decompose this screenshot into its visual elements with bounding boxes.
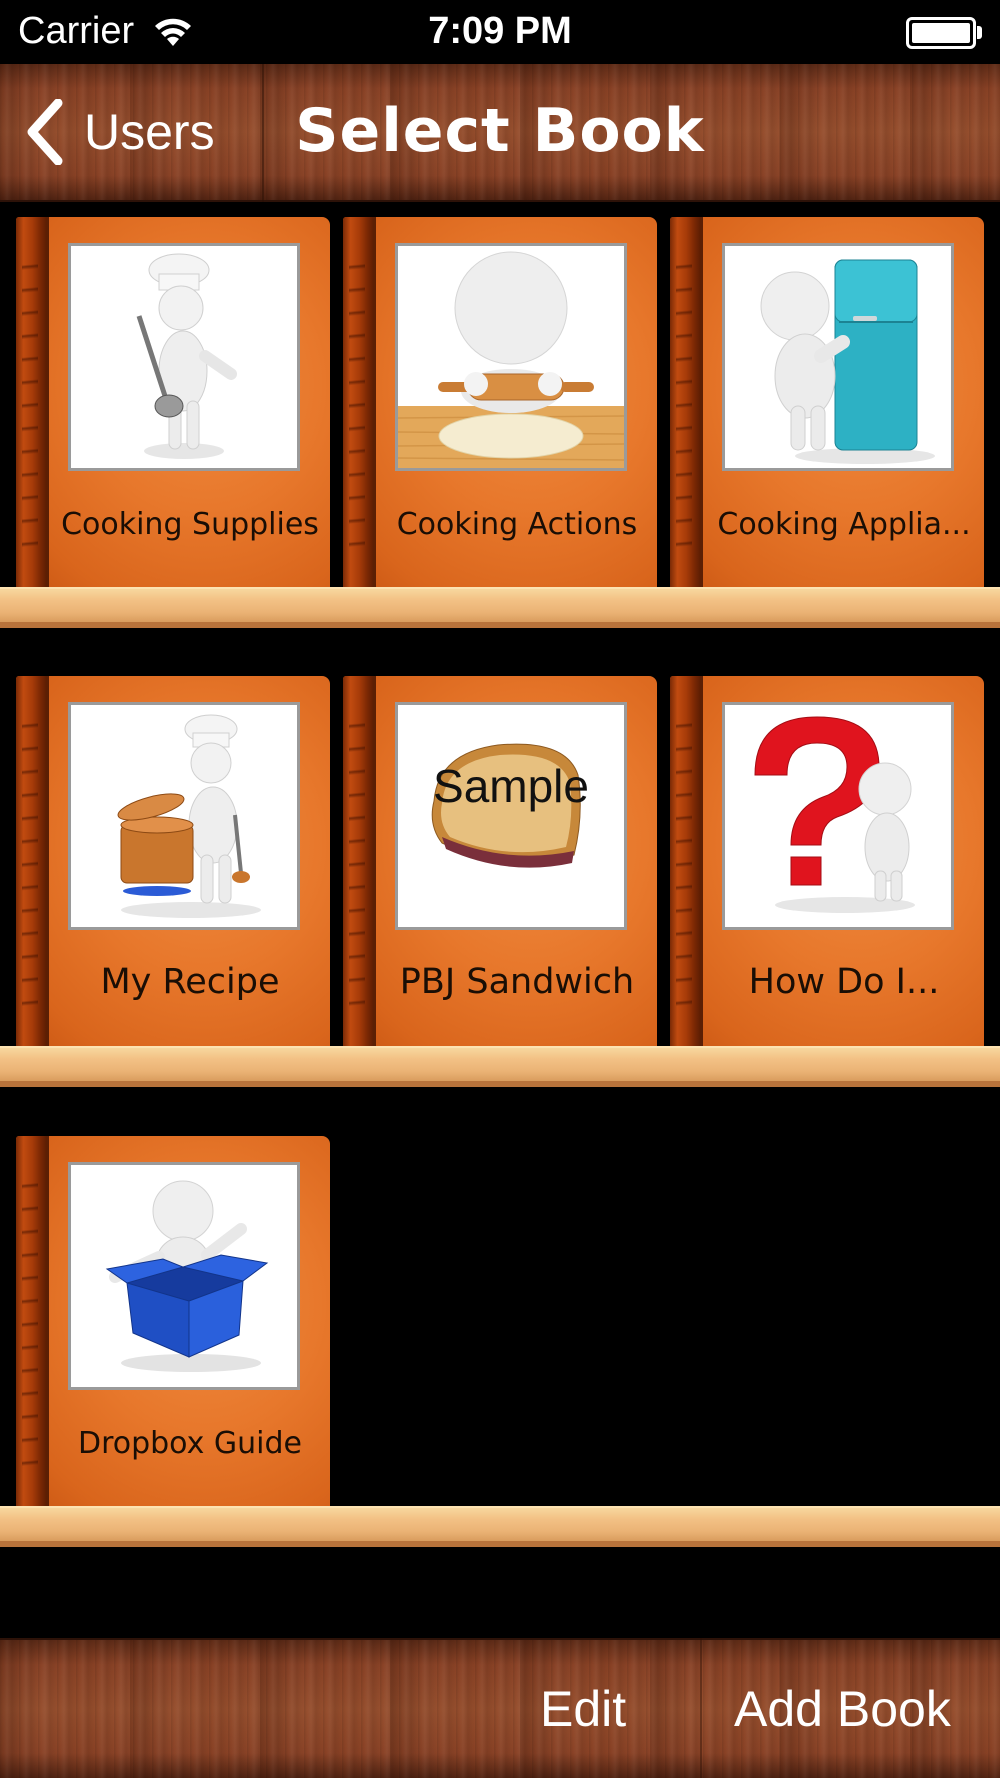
question-mark-illustration bbox=[722, 702, 954, 930]
screen: Carrier 7:09 PM Users Select Book Cookin… bbox=[0, 0, 1000, 1778]
shelf-edge bbox=[0, 622, 1000, 628]
refrigerator-illustration bbox=[722, 243, 954, 471]
rolling-pin-illustration bbox=[395, 243, 627, 471]
shelf-edge bbox=[0, 1081, 1000, 1087]
status-bar: Carrier 7:09 PM bbox=[0, 0, 1000, 64]
shelf bbox=[0, 1506, 1000, 1542]
book-title: My Recipe bbox=[100, 962, 280, 1002]
battery-nub bbox=[977, 26, 982, 39]
chef-with-ladle-illustration bbox=[68, 243, 300, 471]
clock: 7:09 PM bbox=[428, 10, 572, 52]
book-title: Dropbox Guide bbox=[77, 1426, 303, 1461]
battery-icon bbox=[906, 17, 976, 49]
book-cooking-appliances[interactable]: Cooking Applia... bbox=[670, 217, 984, 590]
chef-with-pot-illustration bbox=[68, 702, 300, 930]
sandwich-illustration: Sample bbox=[395, 702, 627, 930]
add-book-button[interactable]: Add Book bbox=[734, 1680, 951, 1738]
shelf-edge bbox=[0, 1541, 1000, 1547]
book-title: Cooking Applia... bbox=[717, 507, 971, 542]
dropbox-box-illustration bbox=[68, 1162, 300, 1390]
book-cooking-supplies[interactable]: Cooking Supplies bbox=[16, 217, 330, 590]
shelf bbox=[0, 1046, 1000, 1082]
sample-overlay-label: Sample bbox=[433, 760, 589, 812]
book-cooking-actions[interactable]: Cooking Actions bbox=[343, 217, 657, 590]
page-title: Select Book bbox=[295, 96, 705, 166]
shelf bbox=[0, 587, 1000, 623]
book-title: Cooking Supplies bbox=[61, 507, 319, 542]
book-title: Cooking Actions bbox=[396, 507, 638, 542]
toolbar-divider bbox=[700, 1638, 702, 1778]
book-my-recipe[interactable]: My Recipe bbox=[16, 676, 330, 1049]
book-pbj-sandwich[interactable]: Sample PBJ Sandwich bbox=[343, 676, 657, 1049]
book-title: How Do I... bbox=[748, 962, 940, 1002]
book-title: PBJ Sandwich bbox=[399, 962, 635, 1002]
book-dropbox-guide[interactable]: Dropbox Guide bbox=[16, 1136, 330, 1509]
edit-button[interactable]: Edit bbox=[540, 1680, 626, 1738]
book-how-do-i[interactable]: How Do I... bbox=[670, 676, 984, 1049]
